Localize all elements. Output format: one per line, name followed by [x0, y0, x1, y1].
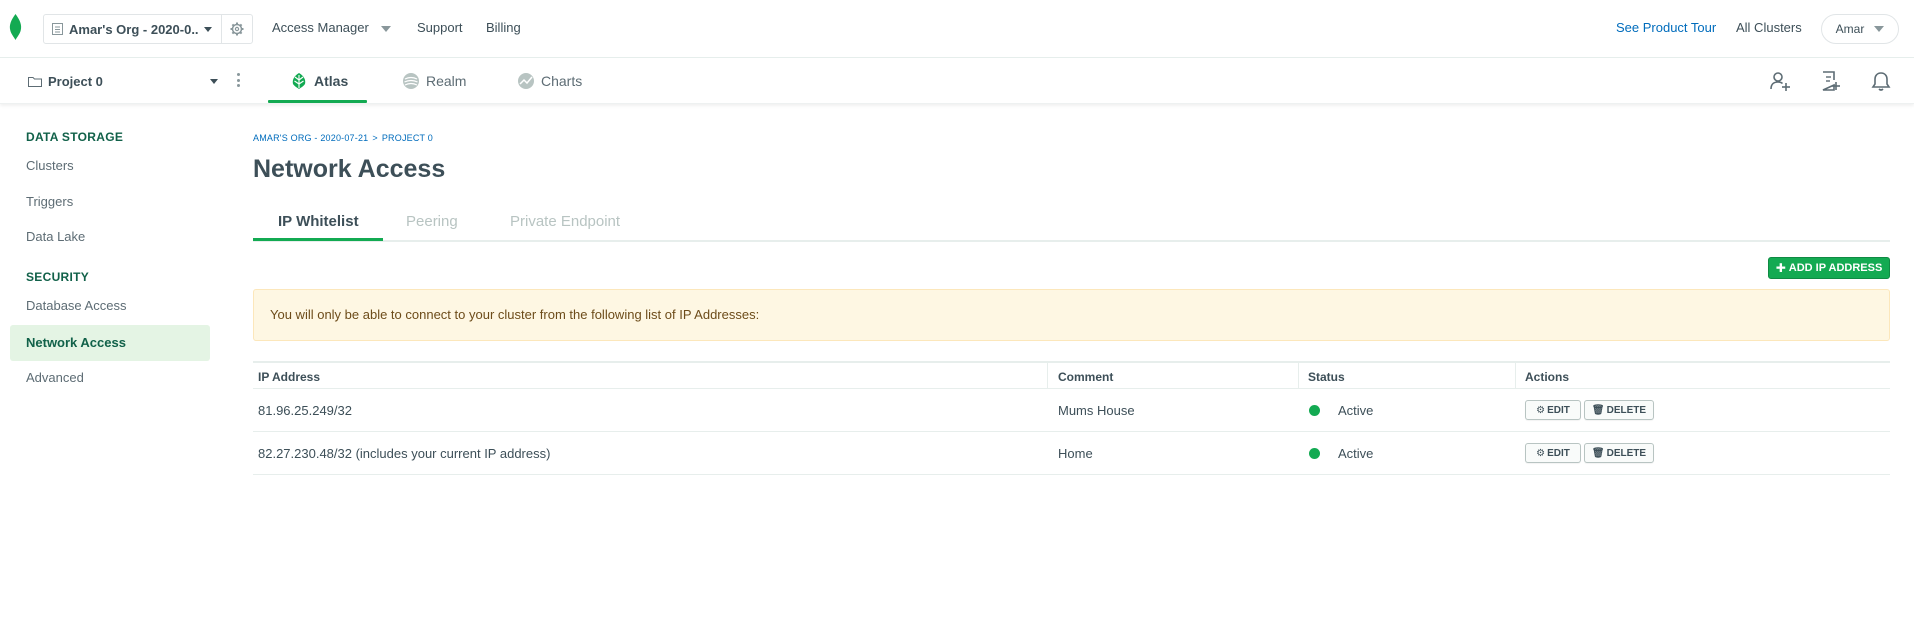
sidebar-item-network-access[interactable]: Network Access — [10, 325, 210, 361]
column-header-status: Status — [1308, 370, 1345, 384]
chevron-down-icon — [204, 26, 212, 32]
status-active-dot-icon — [1309, 405, 1320, 416]
add-ip-address-button[interactable]: ✚ ADD IP ADDRESS — [1768, 257, 1890, 279]
status-active-dot-icon — [1309, 448, 1320, 459]
delete-label: DELETE — [1606, 447, 1647, 459]
edit-label: EDIT — [1547, 404, 1570, 416]
folder-icon — [28, 76, 42, 87]
status-cell: Active — [1338, 403, 1374, 418]
sidebar-heading-security: SECURITY — [26, 270, 90, 284]
delete-button[interactable]: 🗑 DELETE — [1584, 443, 1654, 463]
product-tour-link[interactable]: See Product Tour — [1616, 20, 1716, 35]
edit-button[interactable]: ⚙ EDIT — [1525, 400, 1581, 420]
trash-icon: 🗑 — [1591, 404, 1605, 416]
table-row: 82.27.230.48/32 (includes your current I… — [253, 432, 1890, 475]
project-name: Project 0 — [48, 73, 103, 89]
sidebar-item-advanced[interactable]: Advanced — [10, 360, 210, 396]
bell-icon[interactable] — [1870, 70, 1892, 92]
org-name: Amar's Org - 2020-0... — [69, 21, 198, 37]
breadcrumb-separator: > — [372, 133, 378, 143]
column-divider — [1515, 363, 1516, 389]
tab-peering[interactable]: Peering — [406, 213, 458, 230]
sidebar-item-triggers[interactable]: Triggers — [10, 184, 210, 220]
all-clusters-link[interactable]: All Clusters — [1736, 20, 1802, 35]
tab-atlas-label: Atlas — [314, 73, 349, 89]
column-header-actions: Actions — [1525, 370, 1570, 384]
mongodb-leaf-logo[interactable] — [9, 14, 22, 40]
tab-ip-whitelist[interactable]: IP Whitelist — [278, 213, 359, 230]
sidebar-item-database-access[interactable]: Database Access — [10, 288, 210, 324]
ip-address-cell: 81.96.25.249/32 — [258, 403, 352, 418]
tab-private-endpoint[interactable]: Private Endpoint — [510, 213, 620, 230]
chevron-down-icon — [380, 25, 391, 32]
delete-button[interactable]: 🗑 DELETE — [1584, 400, 1654, 420]
atlas-icon — [292, 73, 306, 89]
tab-realm[interactable]: Realm — [402, 58, 466, 104]
charts-icon — [518, 73, 534, 89]
access-manager-menu[interactable]: Access Manager — [272, 20, 391, 35]
column-header-ip: IP Address — [258, 370, 321, 384]
gear-icon — [230, 22, 244, 36]
project-more-button[interactable] — [235, 71, 241, 89]
info-banner: You will only be able to connect to your… — [253, 289, 1890, 341]
realm-icon — [403, 73, 419, 89]
page-title: Network Access — [253, 155, 446, 183]
breadcrumb: AMAR'S ORG - 2020-07-21 > PROJECT 0 — [253, 133, 433, 143]
active-tab-indicator — [268, 100, 367, 103]
table-header: IP Address Comment Status Actions — [253, 361, 1890, 389]
gear-icon: ⚙ — [1536, 404, 1546, 416]
billing-link[interactable]: Billing — [486, 20, 521, 35]
org-settings-button[interactable] — [221, 14, 253, 44]
comment-cell: Mums House — [1058, 403, 1135, 418]
access-manager-label: Access Manager — [272, 20, 369, 35]
support-link[interactable]: Support — [417, 20, 463, 35]
delete-label: DELETE — [1606, 404, 1647, 416]
tab-charts[interactable]: Charts — [517, 58, 582, 104]
user-menu[interactable]: Amar — [1821, 14, 1899, 44]
gear-icon: ⚙ — [1536, 447, 1546, 459]
tab-atlas[interactable]: Atlas — [290, 58, 348, 104]
network-access-tabs: IP Whitelist Peering Private Endpoint — [253, 212, 1890, 242]
sidebar-heading-data-storage: DATA STORAGE — [26, 130, 124, 144]
column-divider — [1047, 363, 1048, 389]
tab-charts-label: Charts — [541, 73, 583, 89]
project-bar: Project 0 Atlas Realm Charts — [0, 58, 1914, 104]
add-ip-address-label: ADD IP ADDRESS — [1788, 262, 1883, 274]
sidebar-item-clusters[interactable]: Clusters — [10, 148, 210, 184]
sidebar-item-data-lake[interactable]: Data Lake — [10, 219, 210, 255]
column-divider — [1298, 363, 1299, 389]
column-header-comment: Comment — [1058, 370, 1114, 384]
trash-icon: 🗑 — [1591, 447, 1605, 459]
plus-icon: ✚ — [1775, 261, 1786, 275]
document-icon — [52, 23, 63, 35]
ip-whitelist-table: IP Address Comment Status Actions 81.96.… — [253, 361, 1890, 475]
activity-feed-icon[interactable] — [1819, 70, 1841, 92]
status-cell: Active — [1338, 446, 1374, 461]
breadcrumb-org[interactable]: AMAR'S ORG - 2020-07-21 — [253, 133, 368, 143]
ip-address-cell: 82.27.230.48/32 (includes your current I… — [258, 446, 551, 461]
breadcrumb-project[interactable]: PROJECT 0 — [382, 133, 433, 143]
user-name: Amar — [1835, 22, 1865, 36]
top-bar: Amar's Org - 2020-0... Access Manager Su… — [0, 0, 1914, 58]
chevron-down-icon — [210, 78, 218, 84]
edit-button[interactable]: ⚙ EDIT — [1525, 443, 1581, 463]
table-row: 81.96.25.249/32 Mums House Active ⚙ EDIT … — [253, 389, 1890, 432]
project-select[interactable]: Project 0 — [28, 72, 218, 90]
chevron-down-icon — [1874, 26, 1885, 32]
org-select[interactable]: Amar's Org - 2020-0... — [43, 14, 222, 44]
comment-cell: Home — [1058, 446, 1093, 461]
tab-realm-label: Realm — [426, 73, 467, 89]
invite-user-icon[interactable] — [1769, 70, 1791, 92]
edit-label: EDIT — [1547, 447, 1570, 459]
active-tab-indicator — [253, 238, 383, 241]
